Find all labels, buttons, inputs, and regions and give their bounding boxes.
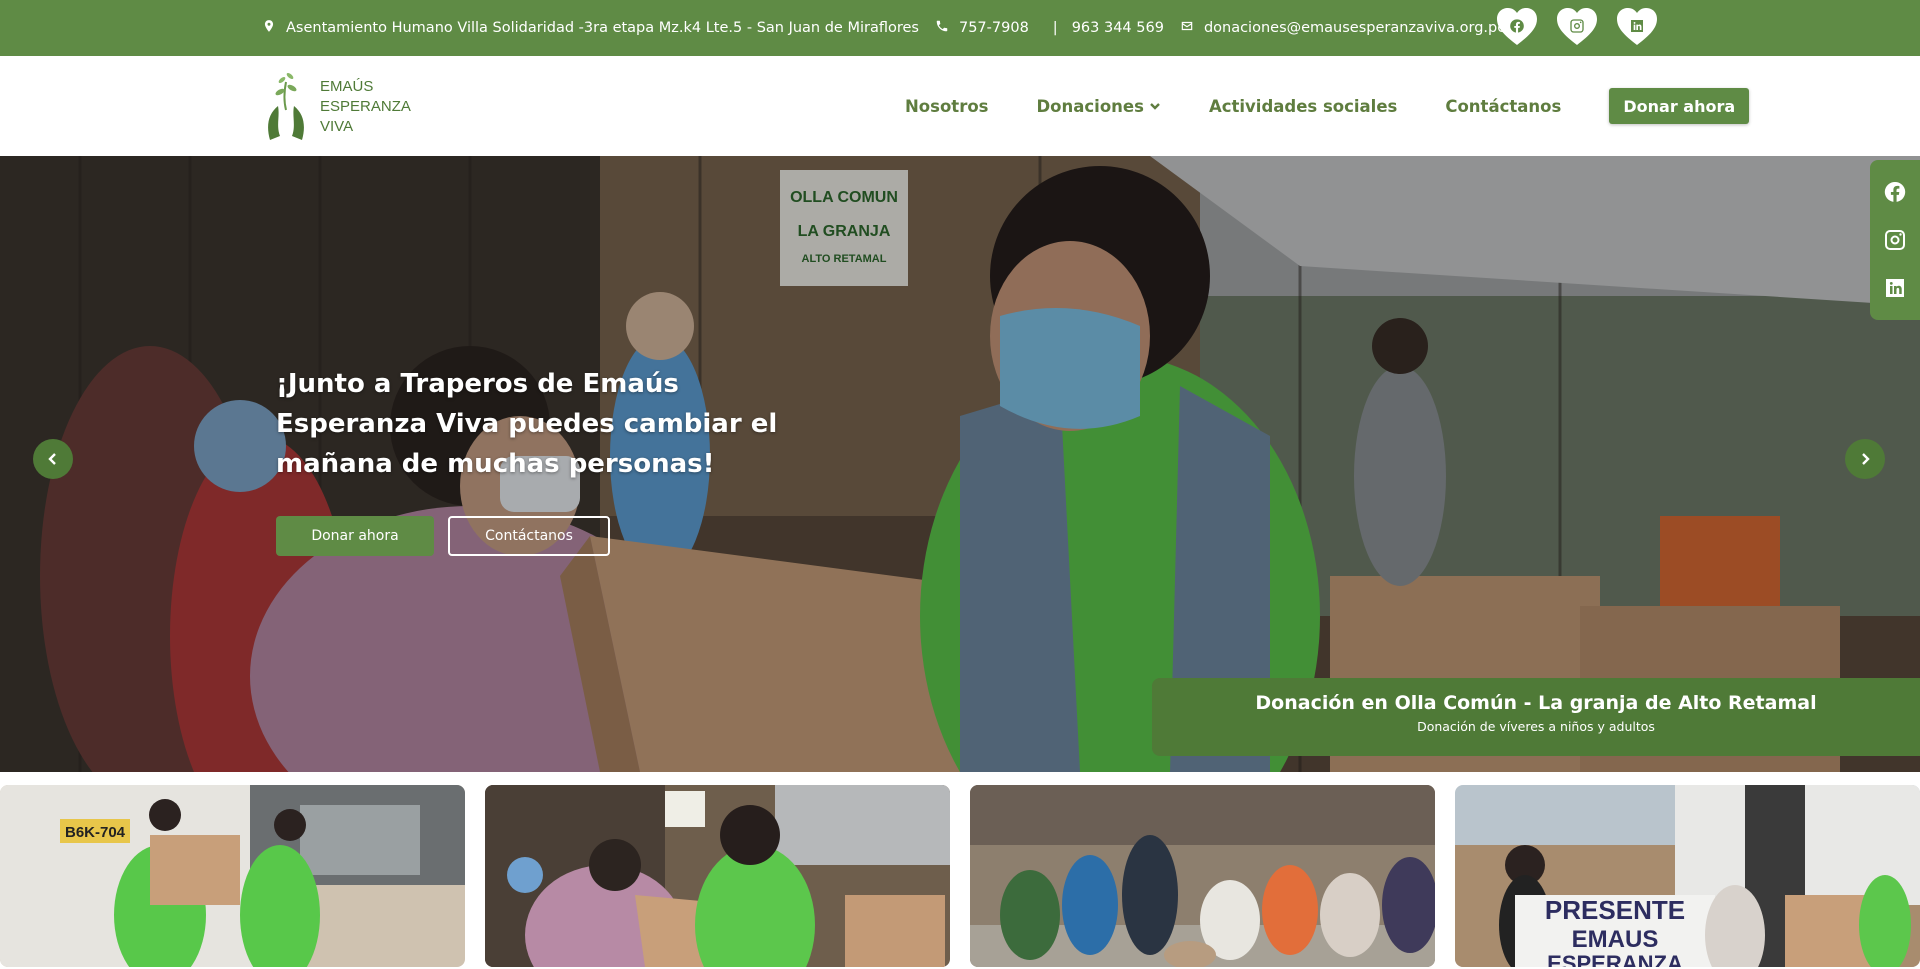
nav-item-nosotros[interactable]: Nosotros [905,97,988,116]
phone-separator: | [1052,20,1058,36]
chevron-down-icon [1150,103,1160,110]
address-text: Asentamiento Humano Villa Solidaridad -3… [286,20,919,36]
slider-next-button[interactable] [1845,439,1885,479]
hero-donate-button[interactable]: Donar ahora [276,516,434,556]
nav-item-actividades-sociales[interactable]: Actividades sociales [1209,97,1397,116]
topbar-social-links [1496,7,1658,47]
facebook-icon[interactable] [1883,180,1907,204]
phone-icon [935,19,949,37]
email-link[interactable]: donaciones@emausesperanzaviva.org.pe [1204,20,1506,36]
slider-prev-button[interactable] [33,439,73,479]
logo-line-3: VIVA [320,118,354,135]
main-nav: Nosotros Donaciones Actividades sociales… [905,56,1750,156]
donate-now-nav-button[interactable]: Donar ahora [1609,88,1750,124]
site-header: EMAÚS ESPERANZA VIVA Nosotros Donaciones… [0,56,1920,156]
phone-mobile[interactable]: 963 344 569 [1072,20,1164,36]
slide-caption: Donación en Olla Común - La granja de Al… [1152,678,1920,756]
floating-social-bar [1870,160,1920,320]
logo-hands-icon [268,73,304,140]
banner-line-2: EMAUS [1572,926,1659,953]
instagram-icon [1569,18,1585,34]
logo-line-1: EMAÚS [320,78,374,95]
logo-text: EMAÚS ESPERANZA VIVA [320,77,411,137]
gallery-thumb-truck[interactable]: B6K-704 [0,785,465,967]
chevron-left-icon [48,453,56,465]
envelope-icon [1180,19,1194,37]
hero-slider: OLLA COMUN LA GRANJA ALTO RETAMAL ¡Junto… [0,156,1920,772]
address-item: Asentamiento Humano Villa Solidaridad -3… [262,19,919,37]
nav-item-donaciones-label: Donaciones [1036,96,1144,116]
instagram-heart-button[interactable] [1556,7,1598,47]
top-contact-bar: Asentamiento Humano Villa Solidaridad -3… [0,0,1920,56]
hero-contact-button[interactable]: Contáctanos [448,516,610,556]
hero-title: ¡Junto a Traperos de Emaús Esperanza Viv… [276,369,778,479]
email-item: donaciones@emausesperanzaviva.org.pe [1180,19,1506,37]
contact-info: Asentamiento Humano Villa Solidaridad -3… [262,0,1506,56]
truck-plate-text: B6K-704 [65,824,126,841]
banner-line-3: ESPERANZA [1547,951,1683,967]
nav-item-contactanos[interactable]: Contáctanos [1445,97,1561,116]
gallery-thumb-banner[interactable]: PRESENTE EMAUS ESPERANZA [1455,785,1920,967]
facebook-heart-button[interactable] [1496,7,1538,47]
nav-item-donaciones[interactable]: Donaciones [1036,97,1160,116]
banner-line-1: PRESENTE [1545,895,1685,925]
chevron-right-icon [1862,453,1870,465]
phone-landline[interactable]: 757-7908 [959,20,1029,36]
site-logo[interactable]: EMAÚS ESPERANZA VIVA [262,70,411,144]
gallery-thumb-community[interactable] [970,785,1435,967]
linkedin-heart-button[interactable] [1616,7,1658,47]
facebook-icon [1509,18,1525,34]
map-pin-icon [262,19,276,37]
linkedin-icon[interactable] [1883,276,1907,300]
slide-caption-subtitle: Donación de víveres a niños y adultos [1417,719,1655,734]
instagram-icon[interactable] [1883,228,1907,252]
gallery-thumb-olla-comun[interactable] [485,785,950,967]
gallery-thumbnails: B6K-704 PRESENTE EMAUS ESPERANZA [0,785,1920,967]
linkedin-icon [1629,18,1645,34]
phone-item: 757-7908 | 963 344 569 [935,19,1164,37]
slide-caption-title: Donación en Olla Común - La granja de Al… [1255,692,1817,714]
logo-line-2: ESPERANZA [320,98,411,115]
